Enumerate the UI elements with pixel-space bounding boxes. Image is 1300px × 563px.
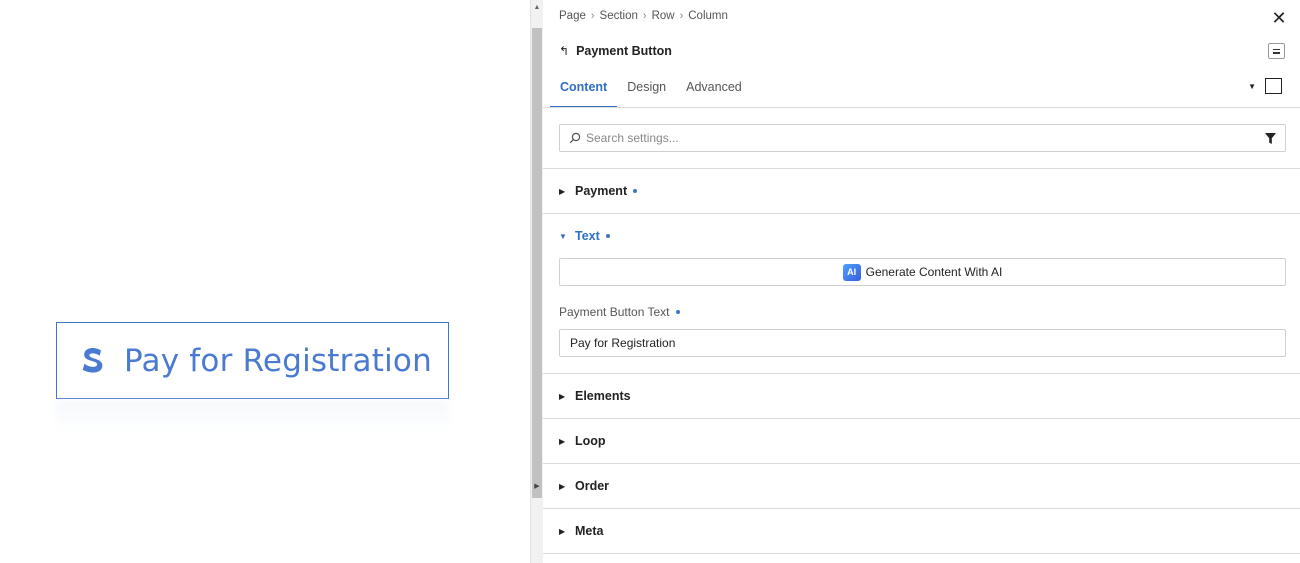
section-label: Elements	[575, 389, 631, 403]
search-icon	[569, 132, 581, 144]
section-text[interactable]: ▼ Text	[559, 229, 610, 243]
breadcrumb-row[interactable]: Row	[652, 10, 675, 22]
divider	[543, 373, 1300, 374]
scroll-thumb[interactable]	[532, 28, 542, 498]
field-label-text: Payment Button Text	[559, 305, 670, 319]
section-order[interactable]: ▶ Order	[559, 479, 609, 493]
divider	[543, 418, 1300, 419]
search-input[interactable]	[586, 131, 1246, 145]
settings-panel: Page › Section › Row › Column ✕ ↰ Paymen…	[543, 0, 1300, 563]
modified-dot-icon	[633, 189, 638, 193]
modified-dot-icon	[675, 310, 680, 314]
section-meta[interactable]: ▶ Meta	[559, 524, 603, 538]
tab-design[interactable]: Design	[617, 70, 676, 108]
divider	[543, 508, 1300, 509]
preview-canvas: Pay for Registration	[0, 0, 530, 563]
divider	[543, 213, 1300, 214]
breadcrumb-chevron-icon: ›	[590, 10, 595, 22]
divider	[543, 463, 1300, 464]
section-payment[interactable]: ▶ Payment	[559, 184, 638, 198]
divider	[543, 168, 1300, 169]
payment-button-text-label: Payment Button Text	[559, 305, 680, 319]
section-label: Payment	[575, 184, 628, 198]
section-label: Meta	[575, 524, 604, 538]
caret-right-icon: ▶	[559, 391, 566, 401]
search-field	[559, 124, 1286, 152]
ai-button-label: Generate Content With AI	[865, 265, 1003, 279]
payment-button-text-input[interactable]	[559, 329, 1286, 357]
caret-right-icon: ▶	[559, 186, 566, 196]
breadcrumb-chevron-icon: ›	[679, 10, 684, 22]
scroll-up-arrow-icon[interactable]: ▲	[531, 0, 543, 14]
filter-icon[interactable]	[1265, 133, 1276, 144]
tab-advanced[interactable]: Advanced	[676, 70, 752, 108]
breadcrumb-page[interactable]: Page	[559, 10, 586, 22]
scroll-down-arrow-icon[interactable]: ▶	[531, 478, 543, 494]
caret-right-icon: ▶	[559, 526, 566, 536]
sliders-icon[interactable]	[1268, 43, 1285, 59]
modified-dot-icon	[605, 234, 610, 238]
button-reflection	[56, 400, 449, 436]
preview-mode-square-icon[interactable]	[1265, 78, 1282, 94]
breadcrumb-section[interactable]: Section	[600, 10, 638, 22]
section-label: Text	[575, 229, 600, 243]
breadcrumb: Page › Section › Row › Column	[559, 10, 728, 22]
section-label: Loop	[575, 434, 606, 448]
tab-bar: Content Design Advanced	[550, 70, 752, 108]
close-icon[interactable]: ✕	[1270, 9, 1288, 27]
back-arrow-icon[interactable]: ↰	[559, 44, 569, 58]
payment-button-label: Pay for Registration	[124, 342, 432, 379]
generate-content-ai-button[interactable]: AI Generate Content With AI	[559, 258, 1286, 286]
page-title: Payment Button	[576, 44, 672, 58]
caret-right-icon: ▶	[559, 436, 566, 446]
panel-header: ↰ Payment Button	[559, 44, 672, 58]
caret-down-icon: ▼	[559, 231, 567, 241]
breadcrumb-column[interactable]: Column	[688, 10, 728, 22]
stripe-s-icon	[79, 344, 107, 378]
divider	[543, 107, 1300, 108]
caret-right-icon: ▶	[559, 481, 566, 491]
divider	[543, 553, 1300, 554]
section-elements[interactable]: ▶ Elements	[559, 389, 631, 403]
payment-button[interactable]: Pay for Registration	[56, 322, 449, 399]
canvas-scrollbar[interactable]: ▲ ▶	[530, 0, 543, 563]
ai-icon: AI	[842, 263, 861, 281]
section-label: Order	[575, 479, 610, 493]
tab-content[interactable]: Content	[550, 70, 618, 108]
caret-down-icon[interactable]: ▼	[1248, 82, 1256, 91]
section-loop[interactable]: ▶ Loop	[559, 434, 606, 448]
breadcrumb-chevron-icon: ›	[642, 10, 647, 22]
